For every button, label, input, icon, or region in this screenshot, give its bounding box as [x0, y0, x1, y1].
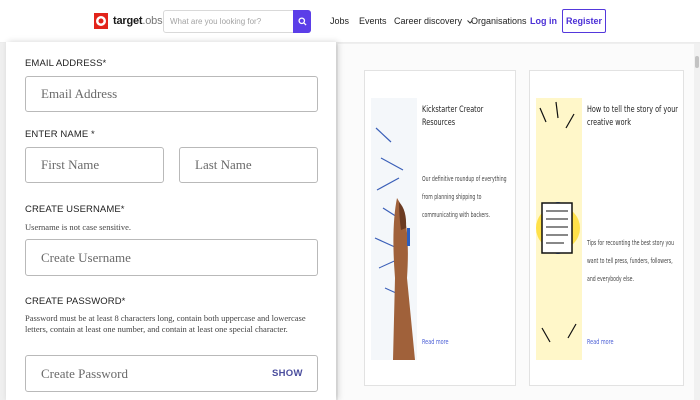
last-name-field[interactable]: [179, 147, 318, 183]
email-field[interactable]: [25, 76, 318, 112]
nav-career-discovery-label: Career discovery: [394, 16, 463, 26]
card-description: Our definitive roundup of everything fro…: [422, 175, 507, 219]
search-icon: [297, 17, 307, 26]
nav-career-discovery[interactable]: Career discovery: [394, 16, 473, 26]
username-label: CREATE USERNAME*: [25, 204, 125, 215]
scrollbar-thumb[interactable]: [695, 56, 699, 68]
name-label: ENTER NAME *: [25, 129, 95, 140]
scrollbar[interactable]: [694, 44, 700, 400]
card-read-more-link[interactable]: Read more: [422, 338, 449, 346]
email-label: EMAIL ADDRESS*: [25, 58, 107, 69]
article-card[interactable]: How to tell the story of your creative w…: [529, 70, 684, 386]
search-input[interactable]: [164, 11, 294, 32]
username-hint: Username is not case sensitive.: [25, 222, 131, 232]
card-image-whiteboard: [371, 98, 417, 360]
show-password-button[interactable]: SHOW: [272, 368, 303, 379]
logo-text: target.obs: [113, 15, 163, 27]
password-label: CREATE PASSWORD*: [25, 296, 126, 307]
top-header: target.obs Jobs Events Career discovery …: [0, 0, 700, 43]
first-name-field[interactable]: [25, 147, 164, 183]
search-button[interactable]: [293, 10, 311, 33]
login-link[interactable]: Log in: [530, 16, 557, 26]
search-box: [163, 10, 311, 33]
username-field[interactable]: [25, 239, 318, 276]
card-description: Tips for recounting the best story you w…: [587, 239, 675, 283]
nav-jobs[interactable]: Jobs: [330, 16, 349, 26]
password-hint: Password must be at least 8 characters l…: [25, 313, 306, 335]
card-read-more-link[interactable]: Read more: [587, 338, 614, 346]
card-title[interactable]: Kickstarter Creator Resources: [422, 104, 489, 130]
card-image-illustration: [536, 98, 582, 360]
nav-organisations[interactable]: Organisations: [471, 16, 527, 26]
article-card[interactable]: Kickstarter Creator Resources Our defini…: [364, 70, 516, 386]
nav-events[interactable]: Events: [359, 16, 387, 26]
card-title[interactable]: How to tell the story of your creative w…: [587, 104, 688, 130]
register-button[interactable]: Register: [562, 9, 606, 33]
registration-form: EMAIL ADDRESS* ENTER NAME * CREATE USERN…: [6, 42, 336, 400]
site-logo[interactable]: target.obs: [92, 11, 163, 31]
logo-mark-icon: [92, 11, 110, 31]
